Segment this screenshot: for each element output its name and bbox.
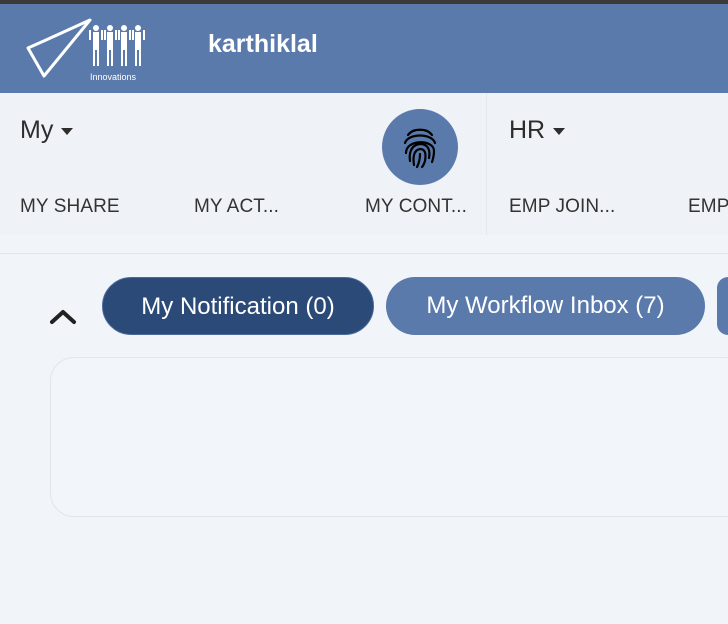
- menu-item-my-share[interactable]: MY SHARE: [20, 196, 120, 218]
- chevron-up-icon: [50, 310, 76, 324]
- company-logo[interactable]: Innovations: [26, 18, 150, 84]
- menu-group-divider: [486, 93, 487, 235]
- menu-separator: [0, 253, 728, 254]
- tab-my-workflow-inbox[interactable]: My Workflow Inbox (7): [386, 277, 705, 335]
- menu-item-emp-joining[interactable]: EMP JOIN...: [509, 196, 615, 218]
- menu-group-hr[interactable]: HR: [509, 114, 566, 146]
- app-header: Innovations karthiklal: [0, 4, 728, 93]
- caret-down-icon: [61, 127, 74, 135]
- menu-item-emp[interactable]: EMP: [688, 196, 728, 218]
- menu-group-my[interactable]: My: [20, 114, 74, 146]
- menu-group-hr-label: HR: [509, 116, 546, 144]
- fingerprint-button[interactable]: [382, 109, 458, 185]
- tab-next-partial[interactable]: [717, 277, 728, 335]
- notification-panel: [50, 357, 728, 517]
- tab-my-notification[interactable]: My Notification (0): [102, 277, 374, 335]
- caret-down-icon: [553, 127, 566, 135]
- menu-item-my-activity[interactable]: MY ACT...: [194, 196, 279, 218]
- username-label: karthiklal: [208, 30, 318, 58]
- svg-text:Innovations: Innovations: [90, 72, 137, 82]
- collapse-button[interactable]: [48, 302, 78, 330]
- fingerprint-icon: [403, 128, 437, 169]
- menu-group-my-label: My: [20, 116, 54, 144]
- menu-item-my-contacts[interactable]: MY CONT...: [365, 196, 467, 218]
